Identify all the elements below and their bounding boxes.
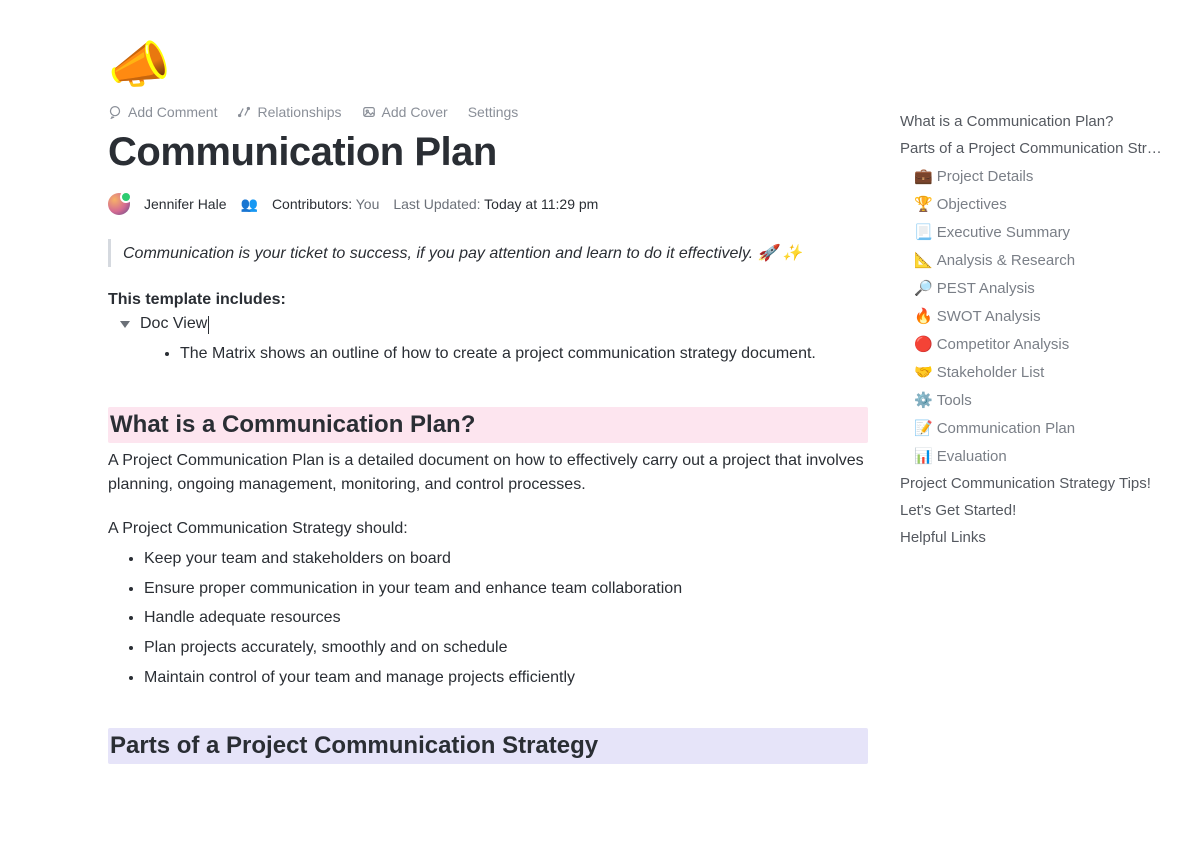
outline-subitem[interactable]: 🔎PEST Analysis	[900, 274, 1170, 302]
outline-sub-label: SWOT Analysis	[937, 308, 1041, 325]
section1-paragraph[interactable]: A Project Communication Plan is a detail…	[108, 449, 868, 499]
add-cover-button[interactable]: Add Cover	[362, 104, 448, 120]
outline-subitem[interactable]: 📃Executive Summary	[900, 218, 1170, 246]
memo-icon: 📝	[914, 420, 933, 437]
outline-item[interactable]: Helpful Links	[900, 524, 1170, 551]
outline-subitem[interactable]: 🔥SWOT Analysis	[900, 302, 1170, 330]
relationships-label: Relationships	[257, 104, 341, 120]
outline-subitem[interactable]: 🔴Competitor Analysis	[900, 330, 1170, 358]
image-icon	[362, 105, 376, 119]
doc-view-label: Doc View	[140, 315, 207, 333]
list-item: Ensure proper communication in your team…	[144, 574, 868, 604]
list-item: Handle adequate resources	[144, 603, 868, 633]
contributors[interactable]: Contributors: You	[272, 196, 379, 212]
section1-bullets[interactable]: Keep your team and stakeholders on board…	[108, 544, 868, 692]
section-heading-what-is[interactable]: What is a Communication Plan?	[108, 407, 868, 443]
outline-sub-label: PEST Analysis	[937, 280, 1035, 297]
section1-lead[interactable]: A Project Communication Strategy should:	[108, 520, 868, 538]
doc-view-toggle[interactable]: Doc View	[108, 315, 868, 333]
caret-down-icon	[120, 321, 130, 328]
outline-item[interactable]: Parts of a Project Communication Strateg…	[900, 135, 1170, 162]
template-includes-heading[interactable]: This template includes:	[108, 291, 868, 309]
settings-label: Settings	[468, 104, 519, 120]
list-item: Maintain control of your team and manage…	[144, 663, 868, 693]
outline-subitem[interactable]: 🤝Stakeholder List	[900, 358, 1170, 386]
outline-sub-label: Executive Summary	[937, 224, 1070, 241]
section-heading-parts[interactable]: Parts of a Project Communication Strateg…	[108, 728, 868, 764]
last-updated-value: Today at 11:29 pm	[484, 196, 598, 212]
page-title[interactable]: Communication Plan	[108, 130, 868, 175]
outline-sub-label: Competitor Analysis	[937, 336, 1070, 353]
page-meta: Jennifer Hale 👥 Contributors: You Last U…	[108, 193, 868, 215]
outline-item[interactable]: What is a Communication Plan?	[900, 108, 1170, 135]
last-updated: Last Updated: Today at 11:29 pm	[393, 196, 598, 212]
relationships-icon	[237, 105, 251, 119]
handshake-icon: 🤝	[914, 364, 933, 381]
triangle-ruler-icon: 📐	[914, 252, 933, 269]
outline-sidebar: What is a Communication Plan? Parts of a…	[900, 108, 1170, 551]
outline-item[interactable]: Let's Get Started!	[900, 497, 1170, 524]
add-comment-label: Add Comment	[128, 104, 217, 120]
doc-view-bullet-item: The Matrix shows an outline of how to cr…	[180, 341, 868, 367]
outline-sub-label: Analysis & Research	[937, 252, 1075, 269]
author-avatar[interactable]	[108, 193, 130, 215]
bar-chart-icon: 📊	[914, 448, 933, 465]
relationships-button[interactable]: Relationships	[237, 104, 341, 120]
outline-subitem[interactable]: 💼Project Details	[900, 162, 1170, 190]
page-toolbar: Add Comment Relationships Add Cover Sett…	[108, 104, 868, 120]
last-updated-label: Last Updated:	[393, 196, 480, 212]
magnifier-icon: 🔎	[914, 280, 933, 297]
fire-icon: 🔥	[914, 308, 933, 325]
outline-subitem[interactable]: 📐Analysis & Research	[900, 246, 1170, 274]
outline-subitem[interactable]: 🏆Objectives	[900, 190, 1170, 218]
outline-sub-label: Stakeholder List	[937, 364, 1045, 381]
add-comment-button[interactable]: Add Comment	[108, 104, 217, 120]
outline-sub-label: Project Details	[937, 168, 1034, 185]
main-content: 📣 Add Comment Relationships Add Cover Se…	[108, 40, 868, 770]
outline-sub-label: Tools	[937, 392, 972, 409]
outline-subitem[interactable]: 📝Communication Plan	[900, 414, 1170, 442]
red-circle-icon: 🔴	[914, 336, 933, 353]
settings-button[interactable]: Settings	[468, 104, 519, 120]
page-icon: 📃	[914, 224, 933, 241]
gear-icon: ⚙️	[914, 392, 933, 409]
outline-sub-label: Communication Plan	[937, 420, 1075, 437]
outline-subitem[interactable]: 📊Evaluation	[900, 442, 1170, 470]
quote-block[interactable]: Communication is your ticket to success,…	[108, 239, 868, 267]
outline-sub-label: Evaluation	[937, 448, 1007, 465]
doc-view-bullets[interactable]: The Matrix shows an outline of how to cr…	[108, 341, 868, 367]
trophy-icon: 🏆	[914, 196, 933, 213]
outline-sub-label: Objectives	[937, 196, 1007, 213]
briefcase-icon: 💼	[914, 168, 933, 185]
list-item: Plan projects accurately, smoothly and o…	[144, 633, 868, 663]
contributors-value: You	[356, 196, 380, 212]
page-icon[interactable]: 📣	[108, 40, 868, 90]
contributors-icon: 👥	[241, 196, 258, 213]
outline-subitem[interactable]: ⚙️Tools	[900, 386, 1170, 414]
list-item: Keep your team and stakeholders on board	[144, 544, 868, 574]
add-cover-label: Add Cover	[382, 104, 448, 120]
author-name[interactable]: Jennifer Hale	[144, 196, 227, 212]
comment-icon	[108, 105, 122, 119]
contributors-label: Contributors:	[272, 196, 352, 212]
outline-item[interactable]: Project Communication Strategy Tips!	[900, 470, 1170, 497]
